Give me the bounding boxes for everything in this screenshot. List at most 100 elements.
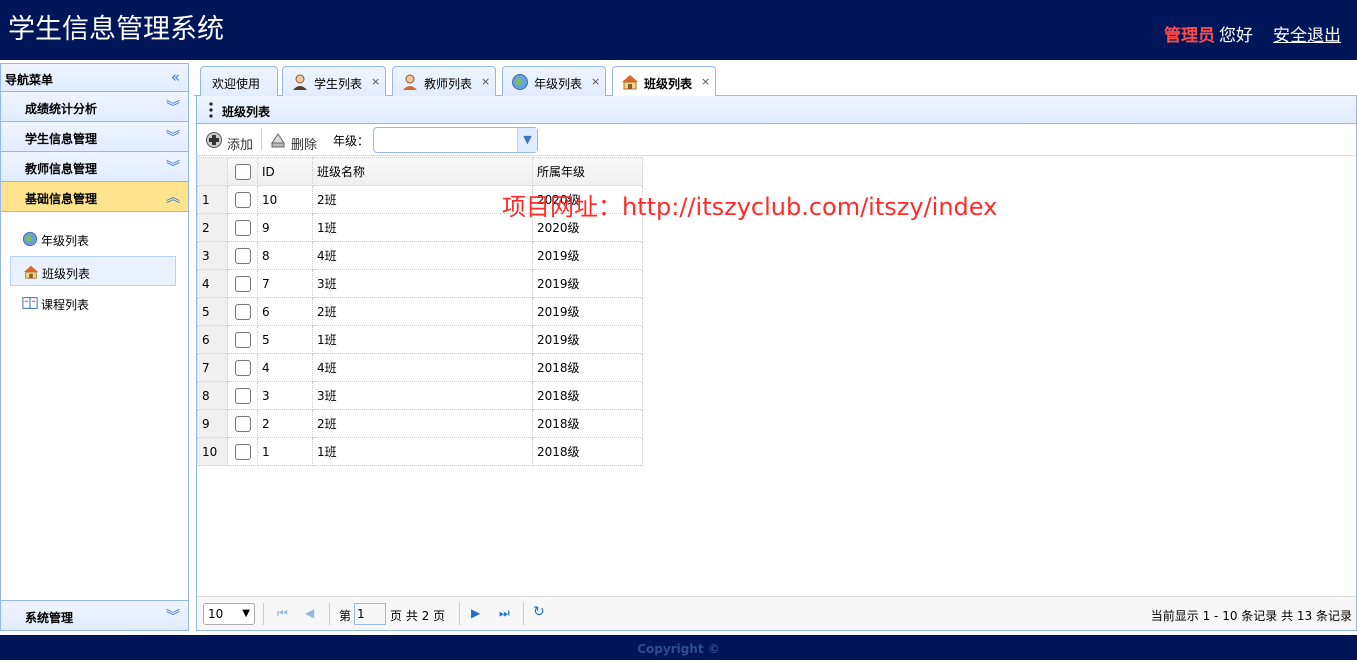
cell-id: 10 — [257, 185, 313, 214]
page-number-value: 1 — [357, 607, 365, 621]
row-checkbox-cell — [227, 409, 258, 438]
row-checkbox[interactable] — [234, 359, 251, 376]
tab-teacher-list[interactable]: 教师列表 × — [392, 66, 496, 97]
page-size-select[interactable]: 10 ▼ — [203, 603, 255, 625]
cell-name: 4班 — [312, 241, 533, 270]
row-checkbox[interactable] — [234, 219, 251, 236]
sidebar-item-course-list[interactable]: 课程列表 — [10, 288, 176, 318]
menu-item-label: 班级列表 — [42, 267, 91, 281]
row-number: 7 — [197, 353, 228, 382]
add-button[interactable]: 添加 — [205, 130, 257, 153]
row-checkbox[interactable] — [234, 331, 251, 348]
table-row[interactable]: 6 5 1班 2019级 — [197, 325, 643, 354]
book-icon — [22, 297, 38, 309]
last-page-icon[interactable]: ⏭ — [499, 606, 510, 621]
column-header-name[interactable]: 班级名称 — [312, 157, 533, 186]
cell-grade: 2018级 — [532, 409, 643, 438]
close-icon[interactable]: × — [371, 75, 380, 88]
pagination: 10 ▼ ⏮ ◀ 第 1 页 共 2 页 ▶ ⏭ ↻ 当前显示 1 - 10 条记… — [197, 596, 1356, 630]
cell-id: 1 — [257, 437, 313, 466]
row-checkbox[interactable] — [234, 443, 251, 460]
cell-grade: 2019级 — [532, 269, 643, 298]
sidebar: 导航菜单 « 成绩统计分析 ︾ 学生信息管理 ︾ 教师信息管理 ︾ 基础信息管理… — [0, 63, 189, 631]
sidebar-item-grade-list[interactable]: 年级列表 — [10, 224, 176, 254]
delete-button[interactable]: 删除 — [269, 130, 321, 153]
pager-divider — [523, 603, 524, 625]
section-student-management[interactable]: 学生信息管理 ︾ — [1, 122, 188, 152]
row-checkbox[interactable] — [234, 191, 251, 208]
table-row[interactable]: 8 3 3班 2018级 — [197, 381, 643, 410]
row-number: 6 — [197, 325, 228, 354]
table-row[interactable]: 9 2 2班 2018级 — [197, 409, 643, 438]
row-number: 2 — [197, 213, 228, 242]
chevron-down-icon[interactable]: ▼ — [517, 128, 537, 152]
next-page-icon[interactable]: ▶ — [471, 606, 480, 620]
tab-label: 学生列表 — [314, 77, 363, 91]
menu-item-label: 课程列表 — [41, 298, 90, 312]
cell-id: 6 — [257, 297, 313, 326]
tab-class-list[interactable]: 班级列表 × — [612, 66, 716, 97]
panel-title: 班级列表 — [222, 105, 271, 119]
cell-grade: 2019级 — [532, 297, 643, 326]
tab-student-list[interactable]: 学生列表 × — [282, 66, 386, 97]
row-number-header — [197, 157, 228, 186]
prev-page-icon[interactable]: ◀ — [305, 606, 314, 620]
table-row[interactable]: 3 8 4班 2019级 — [197, 241, 643, 270]
section-label: 成绩统计分析 — [25, 102, 98, 116]
house-icon — [23, 265, 39, 279]
close-icon[interactable]: × — [481, 75, 490, 88]
row-checkbox-cell — [227, 269, 258, 298]
app-footer: Copyright © — [0, 635, 1357, 660]
pager-divider — [263, 603, 264, 625]
select-all-checkbox[interactable] — [234, 163, 251, 180]
row-checkbox[interactable] — [234, 387, 251, 404]
page-number-input[interactable]: 1 — [354, 603, 386, 625]
section-label: 教师信息管理 — [25, 162, 98, 176]
grade-filter-label: 年级： — [333, 134, 370, 148]
grade-filter-select[interactable]: ▼ — [373, 127, 538, 153]
user-role: 管理员 — [1164, 26, 1215, 46]
section-system-management[interactable]: 系统管理 ︾ — [1, 600, 188, 630]
section-teacher-management[interactable]: 教师信息管理 ︾ — [1, 152, 188, 182]
collapse-left-icon[interactable]: « — [171, 68, 180, 86]
cell-grade: 2018级 — [532, 381, 643, 410]
row-checkbox[interactable] — [234, 415, 251, 432]
section-basic-info-management[interactable]: 基础信息管理 ︽ — [1, 182, 188, 212]
row-checkbox[interactable] — [234, 303, 251, 320]
refresh-icon[interactable]: ↻ — [533, 604, 545, 620]
app-header: 学生信息管理系统 管理员 您好 安全退出 — [0, 0, 1357, 60]
section-score-analysis[interactable]: 成绩统计分析 ︾ — [1, 92, 188, 122]
section-body: 年级列表 班级列表 课程列表 — [1, 212, 188, 598]
table-header-row: ID 班级名称 所属年级 — [197, 157, 643, 186]
cell-grade: 2018级 — [532, 437, 643, 466]
tab-welcome[interactable]: 欢迎使用 — [200, 66, 278, 97]
close-icon[interactable]: × — [591, 75, 600, 88]
row-checkbox[interactable] — [234, 247, 251, 264]
table-row[interactable]: 10 1 1班 2018级 — [197, 437, 643, 466]
watermark-text: 项目网址：http://itszyclub.com/itszy/index — [502, 193, 998, 221]
toolbar: 添加 删除 年级： ▼ — [197, 124, 1356, 156]
chevron-down-icon: ︾ — [166, 100, 180, 116]
chevron-down-icon: ▼ — [242, 608, 250, 619]
cell-name: 2班 — [312, 185, 533, 214]
table-row[interactable]: 5 6 2班 2019级 — [197, 297, 643, 326]
row-checkbox[interactable] — [234, 275, 251, 292]
table-row[interactable]: 7 4 4班 2018级 — [197, 353, 643, 382]
row-checkbox-cell — [227, 241, 258, 270]
close-icon[interactable]: × — [701, 75, 710, 88]
cell-grade: 2019级 — [532, 325, 643, 354]
tab-grade-list[interactable]: 年级列表 × — [502, 66, 606, 97]
column-header-id[interactable]: ID — [257, 157, 313, 186]
nav-title: 导航菜单 — [5, 73, 54, 87]
section-label: 系统管理 — [25, 611, 74, 625]
cell-name: 4班 — [312, 353, 533, 382]
logout-link[interactable]: 安全退出 — [1273, 26, 1341, 46]
cell-name: 3班 — [312, 269, 533, 298]
first-page-icon[interactable]: ⏮ — [277, 606, 288, 621]
cell-grade: 2019级 — [532, 241, 643, 270]
cell-id: 4 — [257, 353, 313, 382]
sidebar-item-class-list[interactable]: 班级列表 — [10, 256, 176, 286]
pager-divider — [329, 603, 330, 625]
table-row[interactable]: 4 7 3班 2019级 — [197, 269, 643, 298]
column-header-grade[interactable]: 所属年级 — [532, 157, 643, 186]
